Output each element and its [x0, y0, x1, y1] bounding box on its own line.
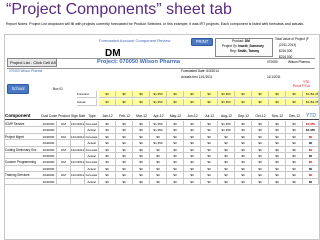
column-header: Dec-12 — [289, 114, 300, 118]
project-label: Project: — [97, 59, 118, 65]
summary-cell: $0 — [201, 99, 218, 106]
column-header: Cust Code — [41, 114, 57, 118]
project-row: 070050 Wilson Pharma — [9, 69, 43, 73]
summary-cell: $0 — [184, 91, 201, 98]
table-cell: $0 — [269, 178, 286, 185]
component-name — [5, 179, 41, 185]
summary-cell: $1,350 — [311, 91, 319, 98]
total-value-label: Total Value of Project (F — [275, 37, 309, 41]
summary-cell: $0 — [184, 99, 201, 106]
table-cell: 2040000 — [41, 178, 57, 185]
summary-cell: $0 — [269, 99, 286, 106]
column-header: Mar-12 — [136, 114, 147, 118]
summary-cell: $0 — [269, 91, 286, 98]
summary-cell: $1,350 — [218, 91, 235, 98]
summary-cell: $0 — [286, 99, 303, 106]
summary-cell: $0 — [201, 91, 218, 98]
summary-actual-row: Actual $0 $0 $0 $1,350 $0 $0 $0 $1,350 $0 $0 $0 $0 $… — [5, 99, 319, 106]
column-header: Jul-12 — [204, 114, 215, 118]
table-cell: $0 — [235, 178, 252, 185]
actuals-date: Actuals thru 11/1/2011 — [181, 75, 213, 79]
total-value: $216,000 — [279, 49, 293, 53]
project-type-label: Project Yp: — [222, 44, 238, 48]
project-value: 070050 Wilson Pharma — [119, 59, 180, 65]
spreadsheet-screenshot: Forecasted Account Component Review DM P… — [4, 34, 320, 240]
summary-cell: $1,350 — [150, 91, 167, 98]
summary-cell: $0 — [235, 99, 252, 106]
summary-cell: $1,350 — [218, 99, 235, 106]
summary-cell: $0 — [286, 91, 303, 98]
table-cell — [57, 178, 71, 185]
report-notes: Report Notes: Project List dropdown will… — [6, 22, 305, 26]
summary-cell: $0 — [235, 91, 252, 98]
month-label: 11/1/2011 — [267, 75, 281, 79]
rep-value: Smith, Tammy — [237, 49, 260, 53]
project-info-box: Product: DM Project Yp: Inactb_Summary R… — [215, 38, 273, 57]
column-header: Jan-12 — [102, 114, 113, 118]
summary-actual-label: Actual — [77, 99, 97, 106]
column-header: Aug-12 — [221, 114, 232, 118]
table-row: 2040000 Actual $0 $0 $0 $0 $0 $0 $0 $0 $0 $0 $0 $0 $0 — [5, 178, 319, 185]
page-number: 070050 — [267, 60, 278, 64]
summary-cell: $0 — [116, 99, 133, 106]
column-header: May-12 — [169, 114, 182, 118]
project-list-label: Project List - Click Cell A5 — [10, 60, 56, 65]
table-cell: $0 — [133, 178, 150, 185]
project-list-cell[interactable]: Project List - Click Cell A5 — [7, 58, 57, 67]
short-tag: Wilson Pharma — [288, 60, 310, 64]
column-header: Nov-12 — [272, 114, 283, 118]
table-cell: $0 — [167, 178, 184, 185]
column-header: Product — [58, 114, 70, 118]
column-header: Oct-12 — [255, 114, 266, 118]
summary-forecast-row: Forecast $0 $0 $0 $1,350 $0 $0 $0 $1,350 $0 $0 $0 $… — [5, 91, 319, 98]
summary-cell: $0 — [252, 99, 269, 106]
summary-cell: $0 — [167, 99, 184, 106]
table-cell: $0 — [218, 178, 235, 185]
rep-label: Rep: — [230, 49, 237, 53]
table-cell: $0 — [150, 178, 167, 185]
forecast-date: Forecasted Date: 6/3/2014 — [181, 69, 219, 73]
table-cell: $0 — [201, 178, 218, 185]
column-header: Feb-12 — [119, 114, 130, 118]
table-cell: $0 — [99, 178, 116, 185]
column-header: Jun-12 — [187, 114, 198, 118]
column-header: Component — [5, 113, 31, 118]
summary-cell: $1,350 — [150, 99, 167, 106]
project-type-value: Inactb_Summary — [238, 44, 264, 48]
product-small-value: DM — [244, 39, 250, 43]
slide-title: “Project Components” sheet tab — [6, 1, 232, 18]
table-cell: $0 — [303, 178, 319, 185]
table-cell: $0 — [252, 178, 269, 185]
column-header: Type — [88, 114, 96, 118]
column-header: Apr-12 — [153, 114, 164, 118]
summary-cell: $0 — [133, 99, 150, 106]
summary-cell: $0 — [116, 91, 133, 98]
table-cell: $0 — [116, 178, 133, 185]
component-review-label: Forecasted Account Component Review — [99, 38, 171, 43]
column-header: YTD — [306, 113, 316, 119]
summary-cell: $0 — [99, 91, 116, 98]
table-cell: $0 — [286, 178, 303, 185]
table-cell: $0 — [184, 178, 201, 185]
summary-cell: $0 — [133, 91, 150, 98]
table-cell — [71, 178, 85, 185]
print-button[interactable]: PRINT — [191, 38, 213, 46]
column-header-row: Component Cust Code Product Sign Date Type Ja… — [5, 113, 319, 120]
summary-cell: $0 — [252, 91, 269, 98]
year-range: (2011-2013) — [279, 43, 297, 47]
summary-cell: $1,350 — [311, 99, 319, 106]
summary-cell: $0 — [99, 99, 116, 106]
column-header: Sign Date — [71, 114, 85, 118]
column-header: Sep-12 — [238, 114, 249, 118]
summary-cell: $0 — [167, 91, 184, 98]
product-small-label: Product: — [232, 39, 244, 43]
table-cell: Actual — [85, 178, 99, 185]
summary-forecast-label: Forecast — [77, 91, 97, 98]
ytd-sub: Pct of FY14 — [293, 84, 310, 88]
